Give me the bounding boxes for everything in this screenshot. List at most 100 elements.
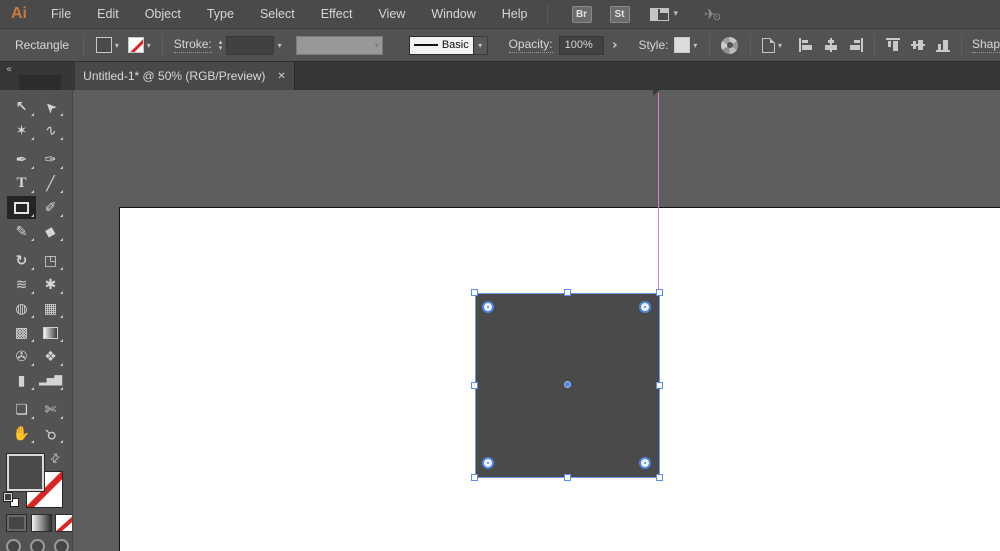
menu-bar: Ai File Edit Object Type Select Effect V… <box>0 0 1000 29</box>
selection-handle-top-right[interactable] <box>656 289 663 296</box>
selection-handle-top-left[interactable] <box>471 289 478 296</box>
align-horizontal-center-icon[interactable] <box>823 37 839 53</box>
tools-panel-grip[interactable] <box>19 75 61 90</box>
menu-window[interactable]: Window <box>418 0 488 29</box>
corner-radius-widget[interactable] <box>482 457 494 469</box>
stroke-weight-field[interactable] <box>226 35 274 55</box>
brush-definition-dropdown[interactable]: Basic <box>408 35 474 55</box>
document-tab[interactable]: Untitled-1* @ 50% (RGB/Preview) ✕ <box>75 62 295 90</box>
document-setup-icon[interactable] <box>762 37 775 53</box>
shape-center-point[interactable] <box>564 381 571 388</box>
slice-tool[interactable]: ✄ <box>36 398 65 421</box>
zoom-tool[interactable]: ⚲ <box>36 422 65 445</box>
shaper-tool[interactable]: ✎ <box>7 220 36 243</box>
type-tool[interactable]: T <box>7 172 36 195</box>
width-tool[interactable]: ≋ <box>7 273 36 296</box>
selection-tool[interactable]: ↖ <box>7 95 36 118</box>
stroke-weight-stepper[interactable]: ▴ ▾ <box>219 39 223 52</box>
gradient-tool[interactable] <box>36 321 65 344</box>
bridge-button[interactable]: Br <box>571 5 592 23</box>
align-horizontal-right-icon[interactable] <box>848 37 864 53</box>
draw-mode-icon[interactable] <box>30 539 45 551</box>
corner-radius-widget[interactable] <box>639 457 651 469</box>
collapse-panels-icon[interactable]: « <box>6 64 12 75</box>
opacity-input[interactable]: 100% <box>558 35 605 55</box>
puppet-warp-tool[interactable]: ✱ <box>36 273 65 296</box>
brush-chevron-down-icon[interactable]: ▾ <box>473 35 488 55</box>
scale-tool[interactable]: ◳ <box>36 249 65 272</box>
menu-help[interactable]: Help <box>489 0 541 29</box>
gradient-mode-button[interactable] <box>31 514 52 532</box>
pen-tool[interactable]: ✒ <box>7 148 36 171</box>
rectangle-tool[interactable] <box>7 196 36 219</box>
selection-handle-middle-right[interactable] <box>656 382 663 389</box>
separator <box>161 34 163 56</box>
stroke-color-swatch[interactable] <box>127 37 144 53</box>
align-vertical-center-icon[interactable] <box>910 37 926 53</box>
eraser-tool[interactable]: ◆ <box>36 220 65 243</box>
eyedropper-tool[interactable]: ✇ <box>7 345 36 368</box>
fill-chevron-down-icon[interactable]: ▾ <box>115 41 119 50</box>
symbol-sprayer-tool[interactable]: ▮ <box>7 369 36 392</box>
paintbrush-tool[interactable]: ✐ <box>36 196 65 219</box>
curvature-tool[interactable]: ✑ <box>36 148 65 171</box>
default-fill-stroke-icon[interactable] <box>3 492 20 508</box>
tab-close-icon[interactable]: ✕ <box>277 71 285 82</box>
menu-view[interactable]: View <box>365 0 418 29</box>
corner-radius-widget[interactable] <box>639 301 651 313</box>
selection-handle-top-center[interactable] <box>564 289 571 296</box>
blend-tool[interactable]: ❖ <box>36 345 65 368</box>
column-graph-tool[interactable]: ▂▅▇ <box>36 369 65 392</box>
stroke-weight-label[interactable]: Stroke: <box>173 37 212 53</box>
corner-radius-widget[interactable] <box>482 301 494 313</box>
tool-row: ↖ ➤ <box>0 95 72 118</box>
shape-builder-tool[interactable]: ◍ <box>7 297 36 320</box>
rotate-tool[interactable]: ↻ <box>7 249 36 272</box>
canvas-area[interactable] <box>73 90 1000 551</box>
tool-row: ▩ <box>0 321 72 344</box>
stroke-chevron-down-icon[interactable]: ▾ <box>147 41 151 50</box>
align-vertical-bottom-icon[interactable] <box>935 37 951 53</box>
workspace-chevron-down-icon[interactable]: ▾ <box>674 9 679 19</box>
line-segment-tool[interactable]: ╱ <box>36 172 65 195</box>
perspective-grid-tool[interactable]: ▦ <box>36 297 65 320</box>
menu-object[interactable]: Object <box>132 0 194 29</box>
type-icon: T <box>16 175 27 191</box>
fill-color-swatch[interactable] <box>96 37 112 53</box>
color-mode-button[interactable] <box>6 514 27 532</box>
swap-fill-stroke-icon[interactable]: ⇄ <box>47 449 64 466</box>
lasso-tool[interactable]: ∿ <box>36 119 65 142</box>
selection-handle-bottom-center[interactable] <box>564 474 571 481</box>
stroke-weight-chevron-down-icon[interactable]: ▾ <box>278 41 282 50</box>
document-setup-chevron-down-icon[interactable]: ▾ <box>778 41 782 50</box>
hand-tool[interactable]: ✋ <box>7 422 36 445</box>
fill-proxy-swatch[interactable] <box>6 453 45 492</box>
draw-mode-icon[interactable] <box>6 539 21 551</box>
artboard-tool[interactable]: ❏ <box>7 398 36 421</box>
menu-edit[interactable]: Edit <box>84 0 132 29</box>
puppet-warp-icon: ✱ <box>44 276 57 293</box>
gpu-performance-icon[interactable]: ✈⊙ <box>704 6 724 23</box>
stock-button[interactable]: St <box>609 5 630 23</box>
selection-handle-bottom-right[interactable] <box>656 474 663 481</box>
opacity-label[interactable]: Opacity: <box>508 37 553 53</box>
shape-label[interactable]: Shap <box>971 37 1000 53</box>
style-chevron-down-icon[interactable]: ▾ <box>693 41 697 50</box>
workspace-switcher-icon[interactable] <box>649 7 669 21</box>
menu-type[interactable]: Type <box>194 0 247 29</box>
align-horizontal-left-icon[interactable] <box>798 37 814 53</box>
direct-selection-tool[interactable]: ➤ <box>36 95 65 118</box>
magic-wand-tool[interactable]: ✶ <box>7 119 36 142</box>
graphic-style-swatch[interactable] <box>674 37 691 53</box>
opacity-expand-button[interactable]: › <box>612 38 617 53</box>
none-mode-button[interactable] <box>55 514 72 532</box>
mesh-tool[interactable]: ▩ <box>7 321 36 344</box>
menu-effect[interactable]: Effect <box>308 0 366 29</box>
draw-mode-icon[interactable] <box>54 539 69 551</box>
recolor-artwork-icon[interactable] <box>721 36 739 54</box>
menu-file[interactable]: File <box>38 0 84 29</box>
selection-handle-bottom-left[interactable] <box>471 474 478 481</box>
menu-select[interactable]: Select <box>247 0 308 29</box>
selection-handle-middle-left[interactable] <box>471 382 478 389</box>
align-vertical-top-icon[interactable] <box>885 37 901 53</box>
